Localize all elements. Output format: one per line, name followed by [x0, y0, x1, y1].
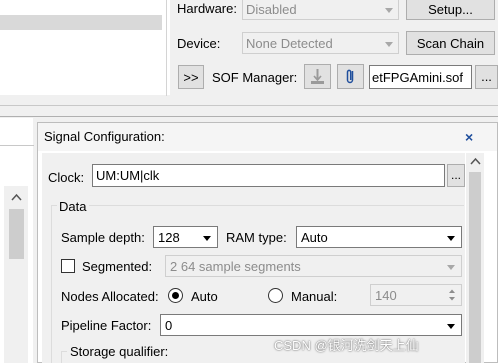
storage-qualifier-group-border	[61, 351, 62, 363]
nodes-allocated-label: Nodes Allocated:	[61, 289, 159, 304]
nodes-auto-label: Auto	[191, 289, 218, 304]
setup-button[interactable]: Setup...	[406, 0, 495, 20]
node-list-header-line	[0, 145, 34, 146]
scroll-up-icon[interactable]	[11, 193, 22, 201]
nodes-manual-label: Manual:	[291, 289, 338, 304]
device-label: Device:	[177, 36, 221, 51]
chevron-down-icon	[385, 8, 393, 13]
signal-list-row-highlight[interactable]	[0, 15, 162, 30]
chevron-down-icon	[447, 324, 455, 329]
ram-type-select[interactable]: Auto	[296, 226, 462, 248]
sof-manager-label: SOF Manager:	[212, 70, 298, 85]
chevron-down-icon	[385, 42, 393, 47]
data-group-border	[51, 205, 57, 206]
data-group-label: Data	[59, 199, 87, 214]
pipeline-factor-label: Pipeline Factor:	[61, 318, 152, 333]
signal-configuration-scroll-thumb[interactable]	[469, 172, 481, 363]
storage-qualifier-group-border	[61, 351, 67, 352]
spinner-arrows-icon[interactable]	[447, 287, 457, 303]
segmented-label: Segmented:	[82, 259, 153, 274]
hardware-select[interactable]: Disabled	[242, 0, 399, 20]
node-list-scroll-thumb[interactable]	[9, 209, 24, 259]
device-select-value: None Detected	[246, 36, 333, 51]
device-select[interactable]: None Detected	[242, 32, 399, 54]
section-divider	[0, 116, 498, 117]
clock-browse-button[interactable]: ...	[447, 164, 465, 187]
chevron-down-icon	[447, 265, 455, 270]
scroll-up-icon[interactable]	[470, 157, 481, 165]
sample-depth-value: 128	[158, 230, 180, 245]
segments-value: 2 64 sample segments	[170, 259, 301, 274]
sample-depth-select[interactable]: 128	[153, 226, 218, 248]
data-group-border	[51, 205, 52, 363]
attach-file-button[interactable]	[337, 64, 364, 89]
signal-configuration-title: Signal Configuration:	[44, 129, 165, 144]
pipeline-factor-value: 0	[165, 318, 173, 333]
ram-type-label: RAM type:	[226, 230, 287, 245]
close-icon[interactable]: ×	[465, 129, 473, 145]
data-group-border	[89, 205, 464, 206]
nodes-manual-radio[interactable]	[268, 288, 283, 303]
watermark-text: CSDN @银河洗剑天上仙	[274, 338, 419, 353]
paperclip-icon	[346, 69, 354, 84]
nodes-auto-radio[interactable]	[168, 288, 183, 303]
clock-field[interactable]: UM:UM|clk	[92, 164, 445, 187]
scan-chain-button[interactable]: Scan Chain	[406, 31, 495, 55]
program-device-button[interactable]	[304, 64, 331, 89]
hardware-label: Hardware:	[177, 1, 237, 16]
segmented-checkbox[interactable]	[61, 259, 75, 273]
section-divider	[0, 105, 498, 106]
chevron-down-icon	[447, 236, 455, 241]
storage-qualifier-label: Storage qualifier:	[70, 344, 169, 359]
sample-depth-label: Sample depth:	[61, 230, 145, 245]
panel-divider	[166, 0, 167, 96]
clock-label: Clock:	[48, 170, 85, 185]
pipeline-factor-select[interactable]: 0	[160, 314, 462, 336]
segments-select[interactable]: 2 64 sample segments	[165, 255, 462, 277]
ram-type-value: Auto	[301, 230, 328, 245]
chevron-down-icon	[203, 236, 211, 241]
sof-file-field[interactable]: etFPGAmini.sof	[369, 65, 472, 89]
program-device-icon	[311, 69, 324, 84]
hardware-select-value: Disabled	[246, 2, 297, 17]
sof-browse-button[interactable]: ...	[475, 65, 498, 89]
expand-button[interactable]: >>	[178, 65, 204, 89]
nodes-manual-value: 140	[375, 288, 397, 303]
